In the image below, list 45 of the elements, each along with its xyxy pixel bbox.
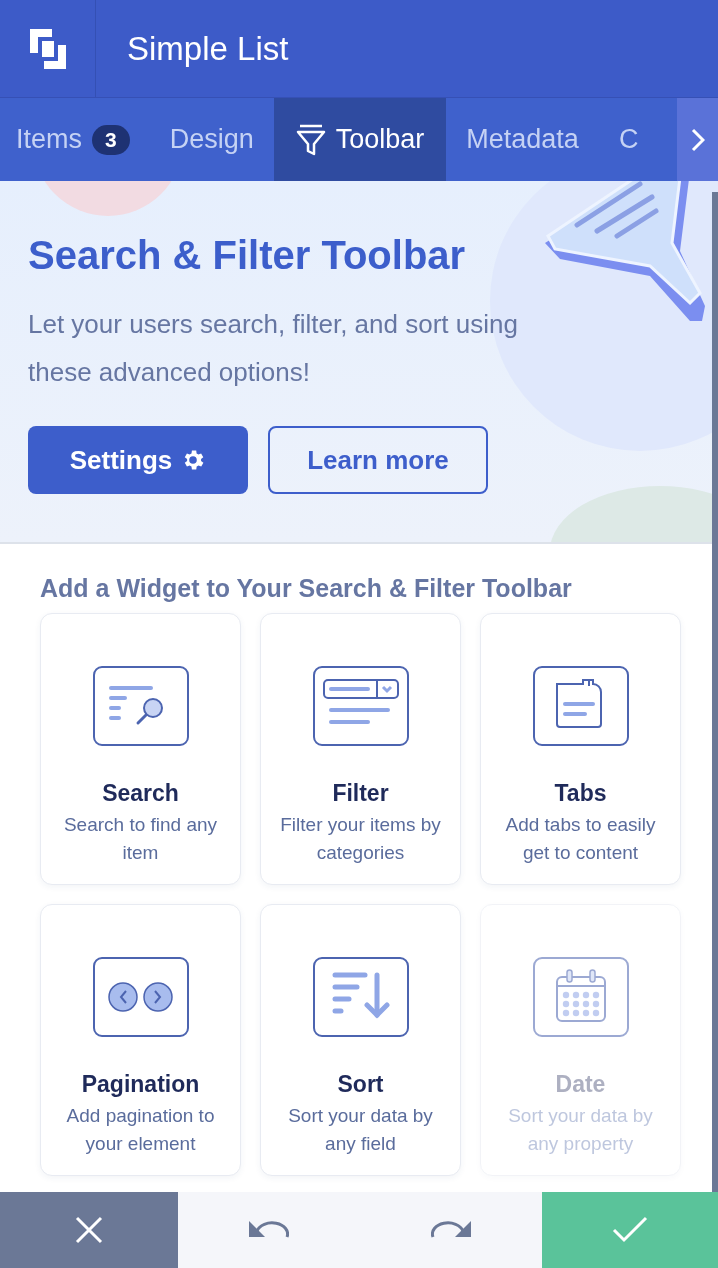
- widget-title: Date: [555, 1071, 606, 1098]
- tab[interactable]: Items 3: [0, 98, 150, 181]
- tab[interactable]: C: [598, 98, 659, 181]
- tab[interactable]: Design: [149, 98, 274, 181]
- widget-card[interactable]: Search Search to find any item: [40, 613, 241, 885]
- widget-card[interactable]: Filter Filter your items by categories: [260, 613, 461, 885]
- widget-description: Sort your data by any property: [507, 1104, 654, 1156]
- widget-description: Filter your items by categories: [279, 813, 442, 865]
- count-badge: 3: [92, 124, 130, 155]
- app-title: Simple List: [127, 29, 289, 68]
- confirm-button[interactable]: [542, 1192, 718, 1268]
- widget-card[interactable]: Tabs Add tabs to easily get to content: [480, 613, 681, 885]
- learn-more-button[interactable]: Learn more: [268, 426, 488, 494]
- widget-title: Sort: [337, 1071, 384, 1098]
- pagination-widget-icon: [92, 957, 189, 1037]
- tab[interactable]: Metadata: [446, 98, 599, 181]
- tab[interactable]: Toolbar: [273, 98, 447, 181]
- search-widget-icon: [92, 666, 189, 746]
- undo-icon: [249, 1221, 289, 1239]
- tabs-widget-icon: [532, 666, 629, 746]
- cancel-button[interactable]: [0, 1192, 178, 1268]
- sort-widget-icon: [312, 957, 409, 1037]
- widget-title: Filter: [332, 780, 389, 807]
- widget-description: Sort your data by any field: [287, 1104, 434, 1156]
- filter-widget-icon: [312, 666, 409, 746]
- widget-description: Add tabs to easily get to content: [504, 813, 657, 865]
- widget-title: Pagination: [81, 1071, 200, 1098]
- settings-button[interactable]: Settings: [28, 426, 248, 494]
- funnel-icon: [295, 123, 326, 156]
- widget-card[interactable]: Sort Sort your data by any field: [260, 904, 461, 1176]
- redo-icon: [431, 1221, 471, 1239]
- hero-title: Search & Filter Toolbar: [28, 233, 467, 278]
- widget-title: Tabs: [554, 780, 607, 807]
- date-widget-icon: [532, 957, 629, 1037]
- close-icon: [75, 1216, 103, 1244]
- section-heading: Add a Widget to Your Search & Filter Toolbar: [40, 574, 573, 603]
- scroll-right-button[interactable]: [677, 98, 718, 181]
- widget-card[interactable]: Pagination Add pagination to your element: [40, 904, 241, 1176]
- widget-title: Search: [102, 780, 179, 807]
- widget-description: Add pagination to your element: [65, 1104, 216, 1156]
- hero-description: Let your users search, filter, and sort using these advanced options!: [28, 308, 518, 389]
- checkmark-icon: [612, 1216, 648, 1244]
- widget-description: Search to find any item: [62, 813, 219, 865]
- chevron-right-icon: [690, 127, 705, 152]
- logo-icon: [27, 26, 68, 71]
